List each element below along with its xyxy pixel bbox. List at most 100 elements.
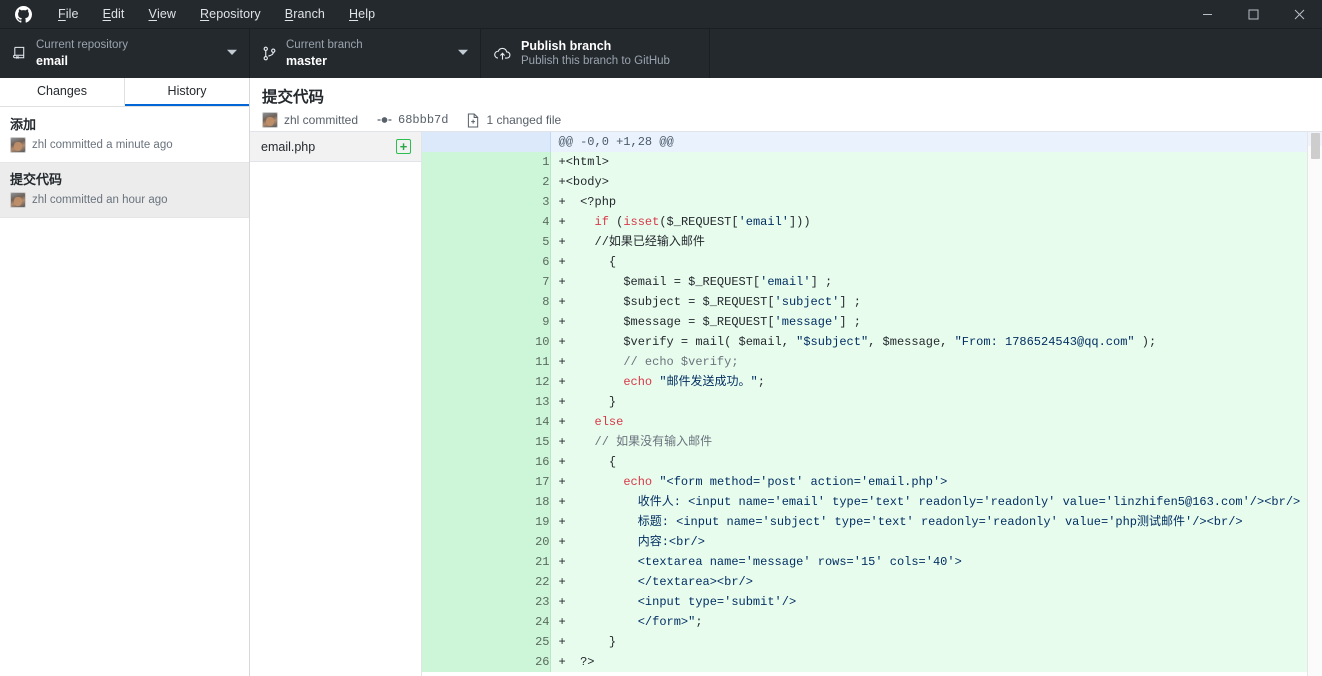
- code-token: 'email': [760, 275, 810, 289]
- diff-line-row: 25+ }: [422, 632, 1322, 652]
- tab-changes-label: Changes: [37, 84, 87, 98]
- diff-line-row: 1+<html>: [422, 152, 1322, 172]
- menu-item-branch[interactable]: Branch: [273, 0, 337, 28]
- diff-gutter-new-line: 13: [484, 392, 550, 412]
- diff-line-marker: +: [559, 635, 566, 649]
- diff-gutter-old-line: [422, 192, 484, 212]
- diff-gutter-old-line: [422, 472, 484, 492]
- file-name: email.php: [261, 140, 388, 154]
- diff-gutter-new-line: 3: [484, 192, 550, 212]
- diff-line-row: 8+ $subject = $_REQUEST['subject'] ;: [422, 292, 1322, 312]
- changed-file-list: email.php +: [250, 132, 422, 676]
- code-token: [566, 475, 624, 489]
- list-item[interactable]: 添加 zhl committed a minute ago: [0, 108, 249, 163]
- diff-line-row: 6+ {: [422, 252, 1322, 272]
- diff-line-row: 11+ // echo $verify;: [422, 352, 1322, 372]
- diff-line-content: + $subject = $_REQUEST['subject'] ;: [550, 292, 1322, 312]
- diff-gutter-new-line: 18: [484, 492, 550, 512]
- code-token: "邮件发送成功。": [659, 375, 757, 389]
- maximize-icon[interactable]: [1230, 0, 1276, 28]
- diff-line-content: +<html>: [550, 152, 1322, 172]
- diff-gutter-old-line: [422, 572, 484, 592]
- code-token: $verify = mail( $email,: [566, 335, 796, 349]
- sidebar: Changes History 添加 zhl committed a minut…: [0, 78, 250, 676]
- list-item[interactable]: 提交代码 zhl committed an hour ago: [0, 163, 249, 218]
- hunk-gutter-new: [484, 132, 550, 152]
- current-repository-button[interactable]: Current repository email: [0, 29, 250, 78]
- diff-gutter-old-line: [422, 412, 484, 432]
- code-token: <input type='submit'/>: [566, 595, 796, 609]
- diff-line-marker: +: [559, 515, 566, 529]
- file-diff-icon: [467, 113, 480, 128]
- diff-gutter-new-line: 6: [484, 252, 550, 272]
- diff-line-marker: +: [559, 375, 566, 389]
- diff-line-content: + $verify = mail( $email, "$subject", $m…: [550, 332, 1322, 352]
- menu-item-edit[interactable]: Edit: [91, 0, 137, 28]
- tab-history[interactable]: History: [125, 78, 249, 106]
- minimize-icon[interactable]: [1184, 0, 1230, 28]
- diff-gutter-old-line: [422, 172, 484, 192]
- diff-line-marker: +: [559, 275, 566, 289]
- current-branch-button[interactable]: Current branch master: [250, 29, 481, 78]
- commit-history-list[interactable]: 添加 zhl committed a minute ago 提交代码 zhl c…: [0, 107, 249, 676]
- commit-byline-text: zhl committed an hour ago: [32, 192, 168, 208]
- diff-line-row: 21+ <textarea name='message' rows='15' c…: [422, 552, 1322, 572]
- sidebar-tabs: Changes History: [0, 78, 249, 107]
- diff-line-content: + ?>: [550, 652, 1322, 672]
- diff-line-row: 2+<body>: [422, 172, 1322, 192]
- publish-branch-button[interactable]: Publish branch Publish this branch to Gi…: [481, 29, 710, 78]
- diff-gutter-old-line: [422, 232, 484, 252]
- diff-line-content: + {: [550, 452, 1322, 472]
- diff-line-content: + echo "邮件发送成功。";: [550, 372, 1322, 392]
- diff-line-marker: +: [559, 495, 566, 509]
- diff-gutter-new-line: 20: [484, 532, 550, 552]
- scrollbar-thumb[interactable]: [1311, 133, 1320, 159]
- code-token: 标题: <input name='subject' type='text' re…: [566, 515, 1243, 529]
- diff-line-marker: +: [559, 535, 566, 549]
- list-item[interactable]: email.php +: [250, 132, 421, 162]
- diff-gutter-old-line: [422, 452, 484, 472]
- diff-viewer[interactable]: @@ -0,0 +1,28 @@1+<html>2+<body>3+ <?php…: [422, 132, 1322, 676]
- commit-sha[interactable]: 68bbb7d: [398, 113, 448, 127]
- avatar: [10, 137, 26, 153]
- chevron-down-icon: [458, 49, 468, 58]
- diff-gutter-old-line: [422, 652, 484, 672]
- diff-line-row: 14+ else: [422, 412, 1322, 432]
- git-branch-icon: [262, 46, 277, 61]
- diff-line-content: + }: [550, 632, 1322, 652]
- menu-mnemonic: F: [58, 7, 66, 21]
- diff-line-content: + 收件人: <input name='email' type='text' r…: [550, 492, 1322, 512]
- diff-gutter-new-line: 1: [484, 152, 550, 172]
- diff-line-content: + 标题: <input name='subject' type='text' …: [550, 512, 1322, 532]
- diff-line-marker: +: [559, 435, 566, 449]
- code-token: isset: [623, 215, 659, 229]
- menu-item-label: ranch: [293, 7, 325, 21]
- menu-item-view[interactable]: View: [137, 0, 189, 28]
- github-desktop-window: File Edit View Repository Branch Help: [0, 0, 1322, 676]
- close-icon[interactable]: [1276, 0, 1322, 28]
- diff-gutter-old-line: [422, 532, 484, 552]
- code-token: </form>": [566, 615, 696, 629]
- menu-item-label: ile: [66, 7, 79, 21]
- menu-item-file[interactable]: File: [46, 0, 91, 28]
- code-token: ?>: [566, 655, 595, 669]
- diff-gutter-old-line: [422, 392, 484, 412]
- diff-line-marker: +: [559, 355, 566, 369]
- menu-item-help[interactable]: Help: [337, 0, 387, 28]
- diff-gutter-old-line: [422, 632, 484, 652]
- diff-gutter-new-line: 5: [484, 232, 550, 252]
- diff-line-content: + </form>";: [550, 612, 1322, 632]
- tab-changes[interactable]: Changes: [0, 78, 125, 106]
- diff-scrollbar[interactable]: [1307, 132, 1322, 676]
- diff-line-marker: +: [559, 175, 566, 189]
- diff-line-marker: +: [559, 455, 566, 469]
- diff-line-content: + else: [550, 412, 1322, 432]
- main-body: Changes History 添加 zhl committed a minut…: [0, 78, 1322, 676]
- code-token: $message = $_REQUEST[: [566, 315, 775, 329]
- code-token: ] ;: [811, 275, 833, 289]
- menu-item-repository[interactable]: Repository: [188, 0, 273, 28]
- menu-item-label: elp: [358, 7, 375, 21]
- code-token: ;: [758, 375, 765, 389]
- diff-gutter-old-line: [422, 332, 484, 352]
- diff-line-content: + // echo $verify;: [550, 352, 1322, 372]
